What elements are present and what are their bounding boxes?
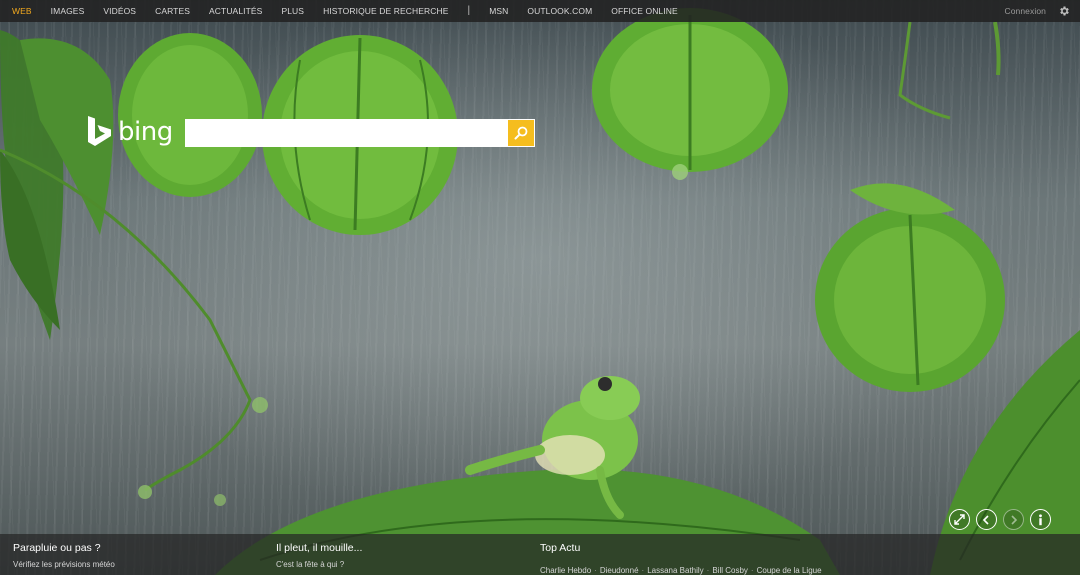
chevron-right-icon[interactable] bbox=[1003, 509, 1024, 530]
bing-logo-icon bbox=[88, 116, 111, 146]
rain-subtitle[interactable]: C'est la fête à qui ? bbox=[276, 560, 362, 569]
nav-menu: WEB IMAGES VIDÉOS CARTES ACTUALITÉS PLUS… bbox=[0, 0, 697, 22]
nav-more[interactable]: PLUS bbox=[281, 0, 304, 22]
bing-logo[interactable]: bing bbox=[86, 114, 173, 150]
signin-link[interactable]: Connexion bbox=[1004, 6, 1046, 16]
weather-subtitle[interactable]: Vérifiez les prévisions météo bbox=[13, 560, 115, 569]
image-controls bbox=[949, 509, 1051, 530]
weather-tile: Parapluie ou pas ? Vérifiez les prévisio… bbox=[13, 542, 115, 569]
rain-title[interactable]: Il pleut, il mouille... bbox=[276, 542, 362, 554]
account-area: Connexion bbox=[1004, 0, 1070, 22]
nav-outlook[interactable]: OUTLOOK.COM bbox=[527, 0, 592, 22]
news-link[interactable]: Dieudonné bbox=[600, 566, 639, 575]
nav-videos[interactable]: VIDÉOS bbox=[103, 0, 136, 22]
nav-news[interactable]: ACTUALITÉS bbox=[209, 0, 262, 22]
search-button[interactable] bbox=[507, 119, 535, 147]
gear-icon[interactable] bbox=[1058, 5, 1070, 17]
top-news-title[interactable]: Top Actu bbox=[540, 542, 822, 554]
rain-tile: Il pleut, il mouille... C'est la fête à … bbox=[276, 542, 362, 569]
top-navigation-bar: WEB IMAGES VIDÉOS CARTES ACTUALITÉS PLUS… bbox=[0, 0, 1080, 22]
nav-search-history[interactable]: HISTORIQUE DE RECHERCHE bbox=[323, 0, 448, 22]
expand-icon[interactable] bbox=[949, 509, 970, 530]
top-news-links: Charlie Hebdo · Dieudonné · Lassana Bathily ·… bbox=[540, 566, 822, 575]
background-scene bbox=[0, 8, 1080, 575]
nav-separator: | bbox=[467, 5, 471, 16]
top-news-tile: Top Actu Charlie Hebdo · Dieudonné · Lassana… bbox=[540, 542, 822, 575]
bing-logo-text: bing bbox=[118, 117, 173, 147]
news-link[interactable]: Bill Cosby bbox=[712, 566, 748, 575]
chevron-left-icon[interactable] bbox=[976, 509, 997, 530]
search-icon bbox=[514, 126, 528, 140]
search-input[interactable] bbox=[185, 119, 507, 147]
background-image bbox=[0, 0, 1080, 575]
nav-maps[interactable]: CARTES bbox=[155, 0, 190, 22]
weather-title[interactable]: Parapluie ou pas ? bbox=[13, 542, 115, 554]
nav-web[interactable]: WEB bbox=[12, 0, 32, 22]
nav-office-online[interactable]: OFFICE ONLINE bbox=[611, 0, 677, 22]
news-link[interactable]: Charlie Hebdo bbox=[540, 566, 591, 575]
bottom-news-bar: Parapluie ou pas ? Vérifiez les prévisio… bbox=[0, 534, 1080, 575]
news-link[interactable]: Lassana Bathily bbox=[647, 566, 703, 575]
news-link[interactable]: Coupe de la Ligue bbox=[757, 566, 822, 575]
info-icon[interactable] bbox=[1030, 509, 1051, 530]
search-box bbox=[185, 119, 535, 147]
nav-images[interactable]: IMAGES bbox=[51, 0, 85, 22]
nav-msn[interactable]: MSN bbox=[489, 0, 508, 22]
